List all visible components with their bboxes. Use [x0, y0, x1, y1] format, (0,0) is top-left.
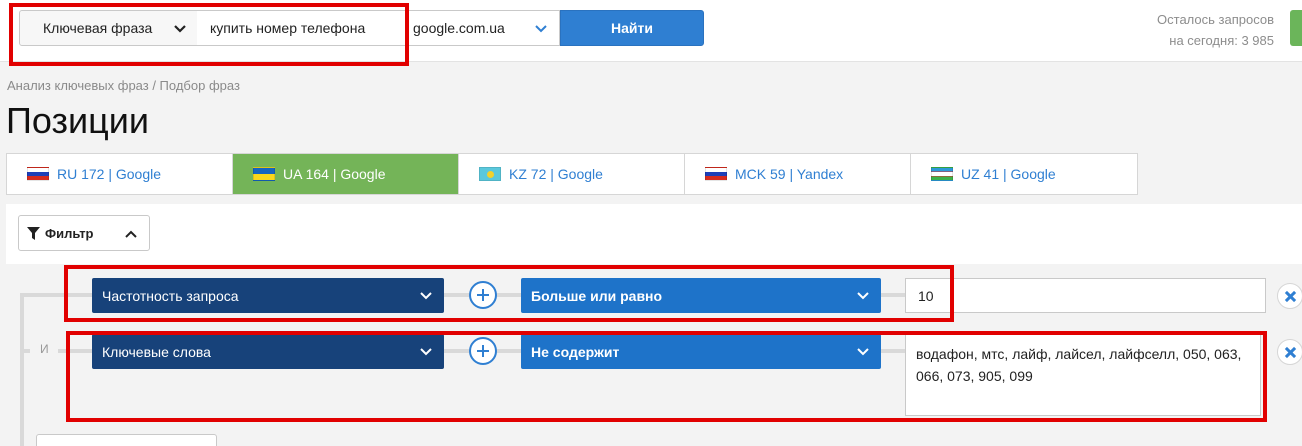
condition-operator-select[interactable]: Не содержит [521, 334, 881, 369]
tab-kz-google[interactable]: KZ 72 | Google [459, 154, 685, 194]
filter-toggle-label: Фильтр [45, 225, 94, 241]
add-group-button[interactable] [36, 434, 217, 446]
condition-branch-line [20, 293, 92, 297]
condition-connector-line [881, 349, 905, 353]
tab-label: UA 164 | Google [283, 166, 386, 182]
search-mode-select[interactable]: Ключевая фраза [19, 10, 198, 46]
condition-operator-select[interactable]: Больше или равно [521, 278, 881, 313]
tab-label: RU 172 | Google [57, 166, 162, 182]
funnel-icon [27, 226, 40, 240]
chevron-down-icon [420, 348, 432, 356]
green-side-button[interactable] [1290, 10, 1302, 46]
remove-condition-button[interactable] [1277, 283, 1302, 309]
remove-condition-button[interactable] [1277, 339, 1302, 365]
chevron-up-icon [125, 230, 137, 238]
search-query-input[interactable] [197, 10, 407, 46]
flag-uz-icon [931, 167, 953, 181]
condition-field-select[interactable]: Ключевые слова [92, 334, 444, 369]
top-search-bar: Ключевая фраза google.com.ua Найти Остал… [0, 0, 1302, 62]
quota-info: Осталось запросов на сегодня: 3 985 [1157, 9, 1274, 51]
tab-uz-google[interactable]: UZ 41 | Google [911, 154, 1137, 194]
condition-field-label: Частотность запроса [102, 287, 239, 304]
chevron-down-icon [420, 292, 432, 300]
filter-toggle-button[interactable]: Фильтр [18, 215, 150, 251]
find-button[interactable]: Найти [560, 10, 704, 46]
condition-tree-line [20, 293, 24, 446]
add-condition-button[interactable] [469, 337, 497, 365]
condition-value-textarea[interactable]: водафон, мтс, лайф, лайсел, лайфселл, 05… [905, 334, 1261, 416]
chevron-down-icon [535, 25, 547, 33]
page-title: Позиции [6, 100, 149, 141]
chevron-down-icon [174, 25, 186, 33]
chevron-down-icon [857, 292, 869, 300]
tab-msk-yandex[interactable]: MCK 59 | Yandex [685, 154, 911, 194]
region-tabs: RU 172 | Google UA 164 | Google KZ 72 | … [6, 153, 1138, 195]
condition-field-select[interactable]: Частотность запроса [92, 278, 444, 313]
tab-label: KZ 72 | Google [509, 166, 603, 182]
condition-value-input[interactable] [905, 278, 1266, 313]
flag-ua-icon [253, 167, 275, 181]
flag-ru-icon [27, 167, 49, 181]
conjunction-label: И [40, 342, 49, 356]
tab-ru-google[interactable]: RU 172 | Google [7, 154, 233, 194]
add-condition-button[interactable] [469, 281, 497, 309]
condition-operator-label: Больше или равно [531, 287, 663, 304]
search-engine-select[interactable]: google.com.ua [407, 10, 560, 46]
condition-branch-line [58, 349, 92, 353]
breadcrumb: Анализ ключевых фраз / Подбор фраз [7, 78, 240, 93]
search-mode-label: Ключевая фраза [43, 20, 153, 36]
tab-label: MCK 59 | Yandex [735, 166, 844, 182]
tab-ua-google[interactable]: UA 164 | Google [233, 154, 459, 194]
condition-connector-line [881, 293, 905, 297]
quota-line-1: Осталось запросов [1157, 12, 1274, 27]
chevron-down-icon [857, 348, 869, 356]
quota-line-2: на сегодня: 3 985 [1169, 33, 1274, 48]
flag-ru-icon [705, 167, 727, 181]
tab-label: UZ 41 | Google [961, 166, 1056, 182]
condition-branch-line [20, 349, 30, 353]
search-engine-label: google.com.ua [413, 20, 505, 36]
flag-kz-icon [479, 167, 501, 181]
condition-field-label: Ключевые слова [102, 343, 211, 360]
condition-operator-label: Не содержит [531, 343, 620, 360]
